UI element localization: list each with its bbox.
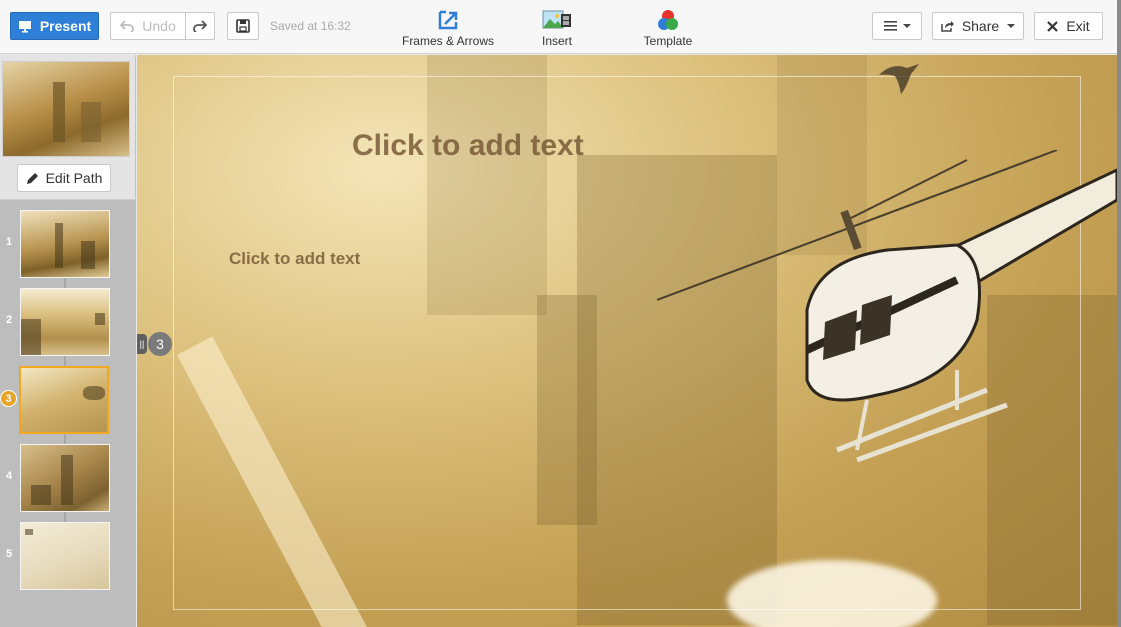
template-tool[interactable]: Template	[638, 8, 698, 48]
slide-number: 4	[5, 470, 13, 482]
window-edge	[1117, 0, 1121, 627]
slide-number-active: 3	[0, 390, 17, 407]
insert-tool[interactable]: Insert	[532, 8, 582, 48]
exit-button[interactable]: Exit	[1034, 12, 1103, 40]
pencil-icon	[26, 172, 38, 184]
present-button[interactable]: Present	[10, 12, 99, 40]
edit-path-label: Edit Path	[45, 170, 103, 186]
slide-item-2[interactable]: 2	[0, 288, 136, 356]
slide-item-5[interactable]: 5	[0, 522, 136, 590]
template-label: Template	[643, 34, 693, 48]
slide-thumbnail[interactable]	[20, 288, 110, 356]
frames-arrows-label: Frames & Arrows	[401, 34, 494, 48]
body-placeholder[interactable]: Click to add text	[229, 249, 360, 269]
slide-item-3[interactable]: 3	[0, 366, 136, 434]
drag-grip-icon[interactable]: ||	[137, 334, 147, 354]
title-placeholder[interactable]: Click to add text	[352, 129, 584, 163]
menu-button[interactable]	[872, 12, 922, 40]
save-icon	[236, 19, 250, 33]
template-circles-icon	[658, 10, 678, 30]
present-label: Present	[39, 18, 92, 34]
frame-handle[interactable]: || 3	[137, 332, 172, 356]
monitor-icon	[18, 20, 31, 32]
saved-status: Saved at 16:32	[270, 19, 351, 33]
helicopter-icon	[657, 150, 1117, 463]
overview-thumbnail[interactable]	[2, 61, 130, 157]
undo-icon	[120, 20, 135, 32]
chevron-down-icon	[1007, 24, 1016, 28]
redo-icon	[193, 20, 207, 32]
share-button[interactable]: Share	[932, 12, 1024, 40]
slide-list: 1 2 3 4 5	[0, 200, 136, 627]
slide-thumbnail[interactable]	[20, 444, 110, 512]
slide-number: 1	[5, 236, 13, 248]
share-icon	[941, 21, 954, 32]
insert-label: Insert	[541, 34, 572, 48]
frame-number-badge: 3	[148, 332, 172, 356]
sidebar: Edit Path 1 2 3 4 5	[0, 55, 136, 627]
slide-item-1[interactable]: 1	[0, 210, 136, 278]
frames-arrows-tool[interactable]: Frames & Arrows	[400, 8, 496, 48]
hamburger-icon	[883, 21, 897, 31]
edit-path-button[interactable]: Edit Path	[17, 164, 111, 192]
save-button[interactable]	[227, 12, 259, 40]
undo-label: Undo	[142, 18, 176, 34]
slide-item-4[interactable]: 4	[0, 444, 136, 512]
redo-button[interactable]	[185, 12, 215, 40]
close-icon	[1047, 20, 1059, 32]
chevron-down-icon	[902, 24, 911, 28]
share-label: Share	[961, 18, 1000, 34]
bird-icon	[879, 64, 919, 94]
presentation-canvas[interactable]: Click to add text Click to add text || 3	[137, 55, 1117, 627]
toolbar: Present Undo Saved at 16:32 Frames & Arr…	[0, 0, 1117, 54]
frames-arrows-icon	[438, 10, 458, 30]
slide-thumbnail[interactable]	[20, 210, 110, 278]
slide-thumbnail-active[interactable]	[19, 366, 109, 434]
insert-image-icon	[542, 10, 571, 29]
undo-button[interactable]: Undo	[110, 12, 186, 40]
exit-label: Exit	[1066, 18, 1090, 34]
slide-thumbnail[interactable]	[20, 522, 110, 590]
slide-number: 2	[5, 314, 13, 326]
slide-number: 5	[5, 548, 13, 560]
